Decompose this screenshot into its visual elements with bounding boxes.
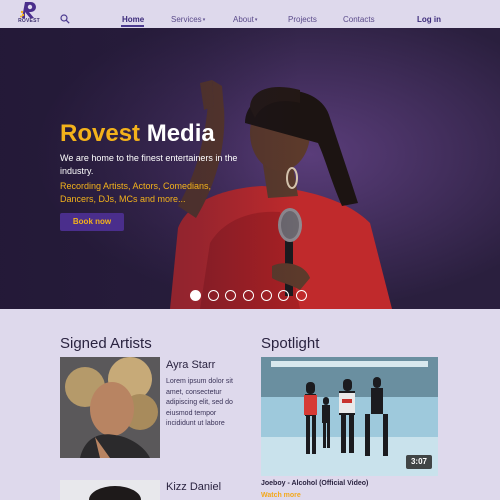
carousel-dot[interactable]	[261, 290, 272, 301]
book-now-button[interactable]: Book now	[60, 213, 124, 231]
signed-artists-title: Signed Artists	[60, 335, 152, 352]
artist-name[interactable]: Kizz Daniel	[166, 481, 221, 493]
video-caption[interactable]: Joeboy - Alcohol (Official Video)	[261, 480, 368, 487]
nav-about[interactable]: About▾	[233, 15, 257, 24]
nav-projects-label: Projects	[288, 15, 317, 24]
hero-banner: Rovest Media We are home to the finest e…	[0, 28, 500, 309]
video-duration: 3:07	[406, 455, 432, 469]
watch-more-link[interactable]: Watch more	[261, 492, 301, 499]
brand-logo[interactable]: ROVEST	[17, 1, 41, 26]
artist-photo[interactable]	[60, 357, 160, 458]
nav-services-label: Services	[171, 15, 202, 24]
nav-contacts[interactable]: Contacts	[343, 15, 375, 24]
hero-title: Rovest Media	[60, 120, 215, 148]
carousel-dot[interactable]	[296, 290, 307, 301]
nav-home[interactable]: Home	[122, 15, 144, 24]
hero-title-highlight: Rovest	[60, 120, 141, 147]
logo-mark-icon	[20, 2, 36, 18]
login-link[interactable]: Log in	[417, 15, 441, 24]
nav-about-label: About	[233, 15, 254, 24]
hero-title-rest: Media	[146, 120, 215, 147]
search-icon[interactable]	[60, 14, 70, 24]
carousel-dot[interactable]	[225, 290, 236, 301]
artist-photo[interactable]	[60, 480, 160, 500]
site-header: ROVEST Home Services▾ About▾ Projects Co…	[0, 0, 500, 28]
chevron-down-icon: ▾	[254, 17, 258, 23]
carousel-dot[interactable]	[278, 290, 289, 301]
hero-talent-list: Recording Artists, Actors, Comedians, Da…	[60, 181, 212, 204]
carousel-dot[interactable]	[190, 290, 201, 301]
nav-services[interactable]: Services▾	[171, 15, 205, 24]
hero-subtitle: We are home to the finest entertainers i…	[60, 153, 238, 176]
nav-active-indicator	[121, 25, 144, 27]
nav-home-label: Home	[122, 15, 145, 24]
carousel-dot[interactable]	[243, 290, 254, 301]
artist-photo-image	[60, 357, 160, 458]
spotlight-title: Spotlight	[261, 335, 320, 352]
artist-name[interactable]: Ayra Starr	[166, 359, 215, 371]
nav-contacts-label: Contacts	[343, 15, 375, 24]
chevron-down-icon: ▾	[202, 17, 206, 23]
logo-text: ROVEST	[18, 18, 40, 24]
carousel-dot[interactable]	[208, 290, 219, 301]
artist-photo-image	[60, 480, 160, 500]
artist-description: Lorem ipsum dolor sit amet, consectetur …	[166, 378, 233, 427]
nav-projects[interactable]: Projects	[288, 15, 317, 24]
